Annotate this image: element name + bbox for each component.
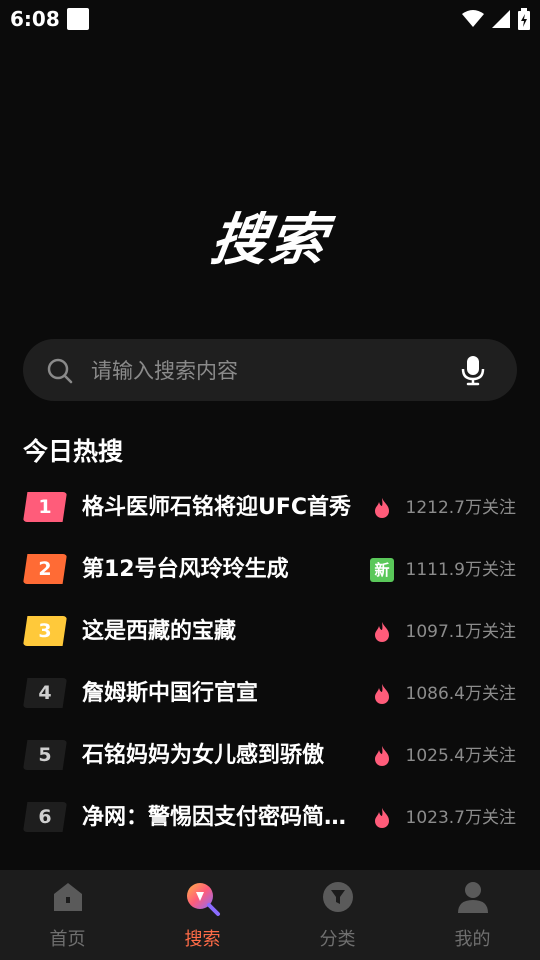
notification-icon xyxy=(67,8,89,30)
hot-item-3[interactable]: 3 这是西藏的宝藏 1097.1万关注 xyxy=(0,600,540,662)
hot-item-1[interactable]: 1 格斗医师石铭将迎UFC首秀 1212.7万关注 xyxy=(0,476,540,538)
battery-icon xyxy=(518,8,530,30)
rank-badge: 2 xyxy=(23,554,67,584)
wifi-icon xyxy=(462,10,484,27)
status-icons xyxy=(462,8,530,30)
rank-badge: 1 xyxy=(23,492,67,522)
nav-item-profile[interactable]: 我的 xyxy=(405,870,540,960)
status-time: 6:08 xyxy=(10,7,60,31)
hot-item-4[interactable]: 4 詹姆斯中国行官宣 1086.4万关注 xyxy=(0,662,540,724)
follow-count: 1023.7万关注 xyxy=(405,808,516,828)
hot-item-title: 格斗医师石铭将迎UFC首秀 xyxy=(82,495,352,520)
nav-label-category: 分类 xyxy=(319,929,356,950)
microphone-icon[interactable] xyxy=(461,356,485,386)
nav-item-category[interactable]: 分类 xyxy=(270,870,405,960)
new-badge-label: 新 xyxy=(370,558,394,582)
hot-search-title: 今日热搜 xyxy=(23,437,124,466)
hot-search-list: 1 格斗医师石铭将迎UFC首秀 1212.7万关注 2 第12号台风玲玲生成 新… xyxy=(0,476,540,870)
search-input[interactable] xyxy=(89,353,433,389)
follow-count: 1111.9万关注 xyxy=(405,560,516,580)
hot-item-title: 这是西藏的宝藏 xyxy=(82,619,237,644)
fire-icon xyxy=(375,684,389,704)
hot-item-5[interactable]: 5 石铭妈妈为女儿感到骄傲 1025.4万关注 xyxy=(0,724,540,786)
page-title: 搜索 xyxy=(206,208,332,273)
follow-count: 1212.7万关注 xyxy=(405,498,516,518)
hot-item-title: 净网：警惕因支付密码简单被盗 xyxy=(82,805,358,830)
follow-count: 1097.1万关注 xyxy=(405,622,516,642)
fire-icon xyxy=(375,746,389,766)
rank-badge: 4 xyxy=(23,678,67,708)
signal-icon xyxy=(492,10,510,28)
fire-icon xyxy=(375,498,389,518)
fire-icon xyxy=(375,808,389,828)
nav-item-search[interactable]: 搜索 xyxy=(135,870,270,960)
nav-label-profile: 我的 xyxy=(454,929,491,950)
home-icon xyxy=(53,883,82,911)
nav-label-home: 首页 xyxy=(49,929,86,950)
search-icon xyxy=(186,883,220,916)
hot-item-2[interactable]: 2 第12号台风玲玲生成 新 1111.9万关注 xyxy=(0,538,540,600)
follow-count: 1086.4万关注 xyxy=(405,684,516,704)
nav-item-home[interactable]: 首页 xyxy=(0,870,135,960)
follow-count: 1025.4万关注 xyxy=(405,746,516,766)
search-icon xyxy=(47,358,73,384)
nav-label-search: 搜索 xyxy=(184,929,221,950)
search-bar[interactable] xyxy=(23,339,517,401)
rank-badge: 6 xyxy=(23,802,67,832)
rank-badge: 3 xyxy=(23,616,67,646)
fire-icon xyxy=(375,622,389,642)
rank-badge: 5 xyxy=(23,740,67,770)
category-icon xyxy=(322,882,353,912)
hot-item-title: 第12号台风玲玲生成 xyxy=(82,557,289,582)
profile-icon xyxy=(457,882,488,913)
hot-item-6[interactable]: 6 净网：警惕因支付密码简单被盗 1023.7万关注 xyxy=(0,786,540,848)
new-badge-icon: 新 xyxy=(370,558,394,582)
hot-item-title: 詹姆斯中国行官宣 xyxy=(82,681,259,706)
hot-item-title: 石铭妈妈为女儿感到骄傲 xyxy=(82,743,325,768)
bottom-nav: 首页 搜索 分类 我的 xyxy=(0,870,540,960)
status-bar: 6:08 xyxy=(0,0,540,38)
